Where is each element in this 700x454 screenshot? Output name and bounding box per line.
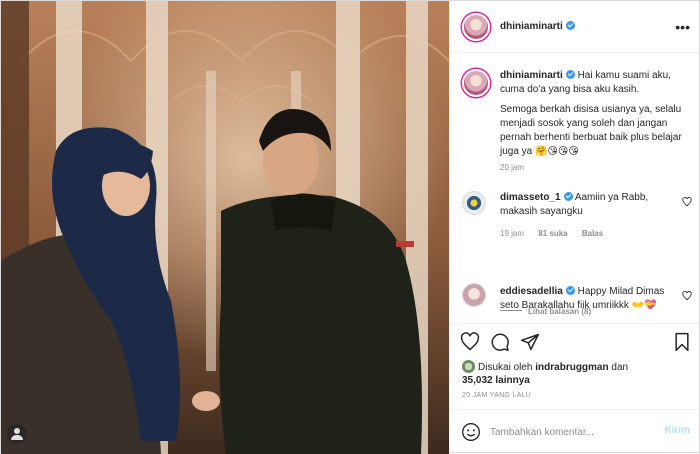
author-username[interactable]: dhiniaminarti xyxy=(500,21,575,32)
author-username-text[interactable]: dhiniaminarti xyxy=(500,21,563,32)
post-comment-button[interactable]: Kirim xyxy=(664,425,690,436)
caption-username[interactable]: dhiniaminarti xyxy=(500,70,563,81)
like-comment-heart-icon[interactable] xyxy=(682,291,692,301)
post-actions: Disukai oleh indrabruggman dan 35,032 la… xyxy=(450,323,700,409)
like-heart-icon[interactable] xyxy=(460,332,480,352)
comment-input[interactable] xyxy=(490,422,650,442)
liker-avatar[interactable] xyxy=(462,360,475,373)
verified-icon xyxy=(565,286,575,295)
like-comment-heart-icon[interactable] xyxy=(682,197,692,207)
likes-count[interactable]: 35,032 lainnya xyxy=(462,375,530,386)
commenter-username[interactable]: dimasseto_1 xyxy=(500,192,561,203)
likes-summary: Disukai oleh indrabruggman dan 35,032 la… xyxy=(462,360,692,387)
comment-likes[interactable]: 81 suka xyxy=(538,229,567,238)
liker-username[interactable]: indrabruggman xyxy=(535,362,608,373)
post-sidebar: dhiniaminarti ••• dhiniaminarti Hai kamu… xyxy=(449,1,700,454)
commenter-avatar[interactable] xyxy=(462,283,486,307)
comment-time: 19 jam xyxy=(500,229,525,238)
caption-time: 20 jam xyxy=(500,163,525,172)
likes-and: dan xyxy=(611,362,629,373)
photo-illustration xyxy=(1,1,449,454)
tag-user-icon[interactable] xyxy=(7,424,27,444)
commenter-avatar[interactable] xyxy=(462,191,486,215)
commenter-username[interactable]: eddiesadellia xyxy=(500,286,563,297)
caption-text: dhiniaminarti Hai kamu suami aku, cuma d… xyxy=(500,69,696,159)
comments-list: dhiniaminarti Hai kamu suami aku, cuma d… xyxy=(450,53,700,323)
post-header: dhiniaminarti ••• xyxy=(450,1,700,53)
share-paper-plane-icon[interactable] xyxy=(520,332,540,352)
likes-prefix: Disukai oleh xyxy=(478,362,533,373)
verified-icon xyxy=(565,21,575,30)
caption-text-line2: Semoga berkah disisa usianya ya, selalu … xyxy=(500,104,682,157)
post-timestamp[interactable]: 20 JAM YANG LALU xyxy=(462,392,531,399)
instagram-post: dhiniaminarti ••• dhiniaminarti Hai kamu… xyxy=(0,0,700,454)
comment-bubble-icon[interactable] xyxy=(490,332,510,352)
add-comment-bar: Kirim xyxy=(450,409,700,454)
verified-icon xyxy=(565,70,575,79)
comment-text: dimasseto_1 Aamiin ya Rabb, makasih saya… xyxy=(500,191,676,219)
author-avatar[interactable] xyxy=(462,13,490,41)
post-photo[interactable] xyxy=(1,1,449,454)
emoji-smiley-icon[interactable] xyxy=(461,422,481,442)
bookmark-icon[interactable] xyxy=(672,332,692,352)
reply-button[interactable]: Balas xyxy=(582,229,603,238)
ellipsis-icon[interactable]: ••• xyxy=(675,19,690,35)
caption-avatar[interactable] xyxy=(462,69,490,97)
comment-text: eddiesadellia Happy Milad Dimas seto Bar… xyxy=(500,285,676,313)
verified-icon xyxy=(563,192,573,201)
comment-meta: 19 jam 81 suka Balas xyxy=(500,229,615,238)
